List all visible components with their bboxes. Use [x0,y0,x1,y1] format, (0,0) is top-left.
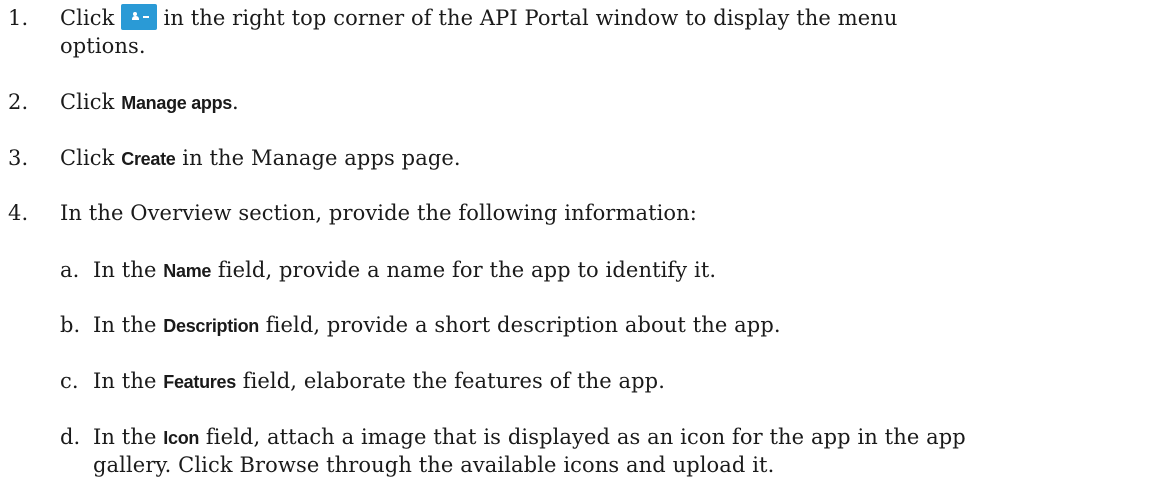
step-text: gallery. Click Browse through the availa… [93,453,775,477]
step-number: 1. [8,6,29,30]
ui-term: Create [121,149,176,169]
ui-term: Name [163,261,212,281]
step-text: . [232,90,239,114]
step-text: field, provide a name for the app to ide… [217,258,717,282]
substep-letter: d. [60,425,81,449]
step-text: field, attach a image that is displayed … [205,425,966,449]
step-text: In the [93,369,157,393]
step-text: in the Manage apps page. [182,146,461,170]
step-text: In the [93,425,157,449]
step-text: Click [60,6,115,30]
step-text: options. [60,34,146,58]
step-number: 3. [8,146,29,170]
step-text: in the right top corner of the API Porta… [163,6,898,30]
substep-letter: c. [60,369,79,393]
step-text: In the [93,258,157,282]
ui-term: Features [163,372,236,392]
ui-term: Description [163,316,259,336]
step-text: In the Overview section, provide the fol… [60,201,697,225]
step-text: field, provide a short description about… [265,313,781,337]
step-number: 4. [8,201,29,225]
step-text: Click [60,90,115,114]
ui-term: Icon [163,428,200,448]
user-menu-icon [120,3,157,30]
substep-letter: a. [60,258,80,282]
document-page: 1. Click in the right top corner of the A… [0,0,1156,482]
step-text: In the [93,313,157,337]
step-text: field, elaborate the features of the app… [242,369,665,393]
ui-term: Manage apps [121,93,233,113]
substep-letter: b. [60,313,81,337]
step-number: 2. [8,90,29,114]
step-text: Click [60,146,115,170]
